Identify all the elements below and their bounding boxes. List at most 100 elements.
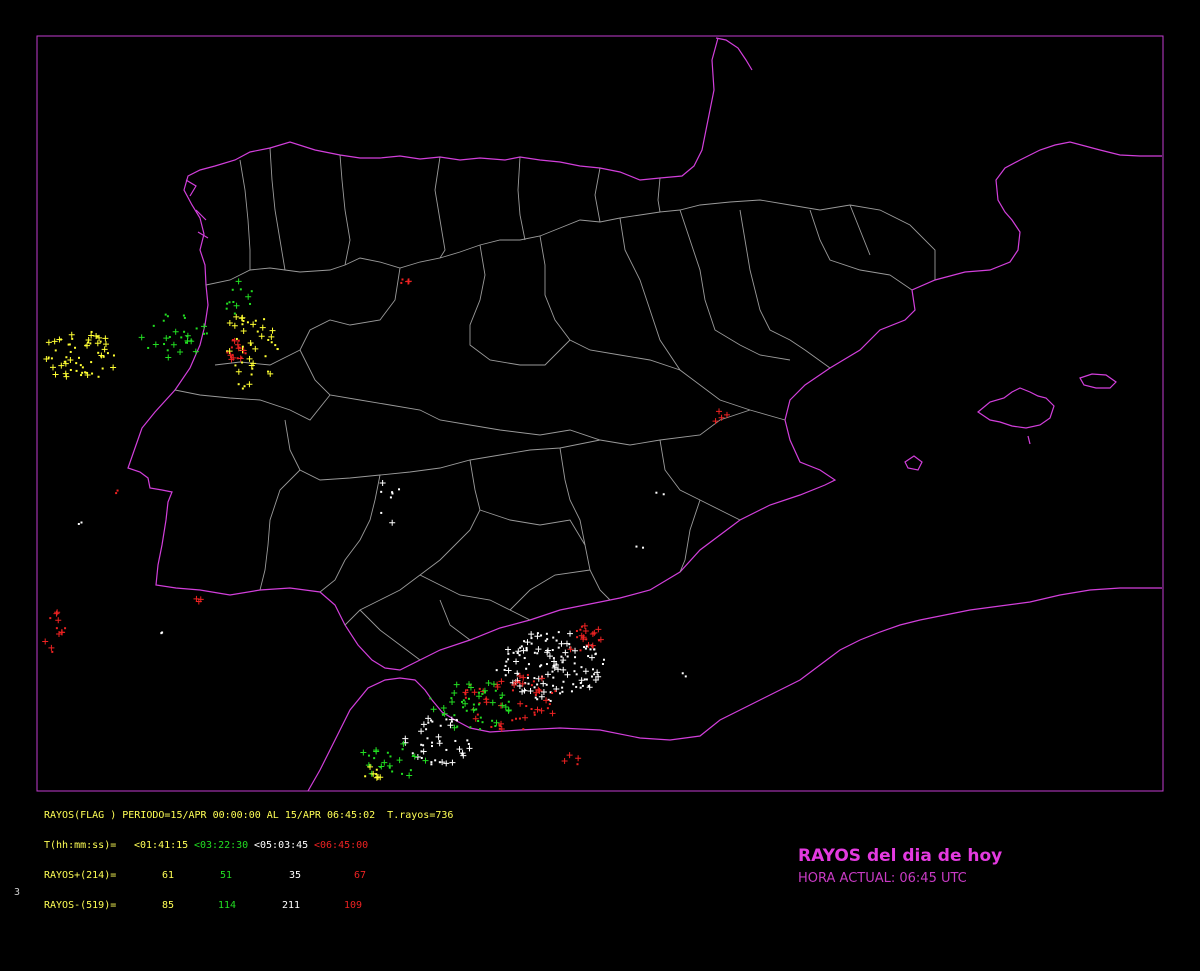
negative-strike-marker — [427, 721, 430, 724]
negative-strike-marker — [64, 627, 67, 630]
positive-strike-marker — [246, 355, 253, 362]
positive-strike-marker — [138, 334, 145, 341]
negative-strike-marker — [401, 748, 404, 751]
legend-period-row: RAYOS(FLAG ) PERIODO=15/APR 00:00:00 AL … — [44, 811, 453, 821]
negative-strike-marker — [86, 341, 89, 344]
positive-strike-marker — [582, 628, 589, 635]
positive-strike-marker — [471, 689, 478, 696]
negative-strike-marker — [593, 673, 596, 676]
negative-strike-marker — [554, 690, 557, 693]
positive-strike-marker — [379, 480, 386, 487]
negative-strike-marker — [544, 639, 547, 642]
negative-strike-marker — [429, 697, 432, 700]
negative-strike-marker — [552, 657, 555, 660]
positive-strike-marker — [170, 341, 177, 348]
negative-strike-marker — [574, 656, 577, 659]
positive-strike-marker — [53, 610, 60, 617]
negative-strike-marker — [562, 680, 565, 683]
negative-strike-marker — [80, 521, 83, 524]
negative-strike-marker — [205, 332, 208, 335]
positive-strike-marker — [49, 364, 56, 371]
negative-strike-marker — [96, 335, 99, 338]
negative-strike-marker — [587, 655, 590, 658]
negative-strike-marker — [250, 290, 253, 293]
positive-strike-marker — [172, 328, 179, 335]
negative-strike-marker — [185, 341, 188, 344]
negative-strike-marker — [65, 356, 68, 359]
negative-strike-marker — [81, 371, 84, 374]
positive-strike-marker — [528, 631, 535, 638]
negative-strike-marker — [465, 709, 468, 712]
negative-strike-marker — [534, 694, 537, 697]
negative-strike-marker — [570, 690, 573, 693]
positive-strike-marker — [231, 322, 238, 329]
negative-strike-marker — [430, 763, 433, 766]
negative-strike-marker — [477, 703, 480, 706]
positive-strike-marker — [522, 714, 529, 721]
negative-strike-marker — [559, 692, 562, 695]
negative-strike-marker — [183, 316, 186, 319]
negative-strike-marker — [51, 650, 54, 653]
negative-strike-marker — [166, 315, 169, 318]
positive-strike-marker — [485, 680, 492, 687]
negative-strike-marker — [581, 684, 584, 687]
negative-strike-marker — [367, 754, 370, 757]
negative-strike-marker — [684, 675, 687, 678]
negative-strike-marker — [587, 685, 590, 688]
negative-strike-marker — [75, 362, 78, 365]
negative-strike-marker — [481, 721, 484, 724]
legend-positive-count-1: 61 — [162, 870, 175, 881]
negative-strike-marker — [391, 491, 394, 494]
positive-strike-marker — [163, 335, 170, 342]
negative-strike-marker — [551, 691, 554, 694]
positive-strike-marker — [538, 707, 545, 714]
positive-strike-marker — [451, 689, 458, 696]
positive-strike-marker — [489, 699, 496, 706]
positive-strike-marker — [165, 354, 172, 361]
positive-strike-marker — [422, 757, 429, 764]
positive-strike-marker — [200, 323, 207, 330]
negative-strike-marker — [81, 366, 84, 369]
negative-strike-marker — [503, 668, 506, 671]
negative-strike-marker — [60, 338, 63, 341]
negative-strike-marker — [575, 685, 578, 688]
positive-strike-marker — [45, 339, 52, 346]
positive-strike-marker — [543, 697, 550, 704]
legend-positive-count-4: 67 — [354, 870, 367, 881]
negative-strike-marker — [431, 741, 434, 744]
negative-strike-marker — [183, 330, 186, 333]
positive-strike-marker — [68, 331, 75, 338]
positive-strike-marker — [233, 313, 240, 320]
negative-strike-marker — [585, 678, 588, 681]
negative-strike-marker — [585, 638, 588, 641]
negative-strike-marker — [243, 385, 246, 388]
negative-strike-marker — [549, 699, 552, 702]
negative-strike-marker — [97, 351, 100, 354]
negative-strike-marker — [256, 330, 259, 333]
negative-strike-marker — [526, 673, 529, 676]
negative-strike-marker — [166, 349, 169, 352]
negative-strike-marker — [519, 646, 522, 649]
negative-strike-marker — [102, 355, 105, 358]
negative-strike-marker — [464, 696, 467, 699]
positive-strike-marker — [562, 649, 569, 656]
positive-strike-marker — [588, 654, 595, 661]
negative-strike-marker — [267, 338, 270, 341]
negative-strike-marker — [476, 713, 479, 716]
negative-strike-marker — [518, 654, 521, 657]
positive-strike-marker — [102, 335, 109, 342]
negative-strike-marker — [533, 677, 536, 680]
negative-strike-marker — [485, 697, 488, 700]
negative-strike-marker — [91, 372, 94, 375]
positive-strike-marker — [524, 639, 531, 646]
positive-strike-marker — [360, 749, 367, 756]
positive-strike-marker — [435, 733, 442, 740]
negative-strike-marker — [225, 307, 228, 310]
positive-strike-marker — [405, 278, 412, 285]
legend-interval-1: <01:41:15 — [134, 840, 189, 851]
positive-strike-marker — [420, 721, 427, 728]
negative-strike-marker — [511, 719, 514, 722]
negative-strike-marker — [241, 323, 244, 326]
negative-strike-marker — [655, 491, 658, 494]
positive-strike-marker — [498, 678, 505, 685]
